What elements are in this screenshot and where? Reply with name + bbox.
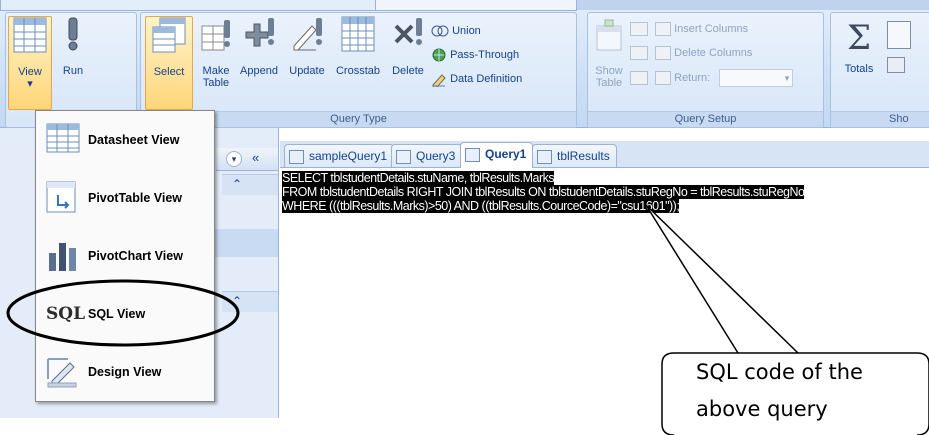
annotation-line-1: SQL code of the [696,360,863,384]
callout-pointer [645,204,799,354]
annotation-line-2: above query [696,397,828,421]
annotation-callout: SQL code of the above query [660,340,928,435]
sql-view-highlight-ellipse [6,279,240,347]
